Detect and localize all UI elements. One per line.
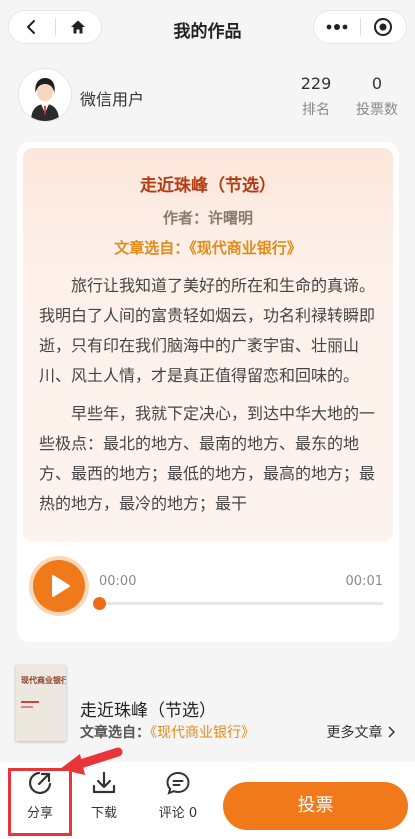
more-articles-label: 更多文章 <box>326 725 383 741</box>
user-avatar-icon <box>19 69 71 121</box>
progress-track[interactable] <box>99 602 383 605</box>
username: 微信用户 <box>80 90 145 109</box>
book-cover[interactable]: 现代商业银行 <box>16 665 66 741</box>
book-title: 走近珠峰（节选） <box>80 701 216 721</box>
user-info: 微信用户 229 排名 0 投票数 <box>0 62 415 132</box>
duration: 00:01 <box>345 574 383 589</box>
target-close-icon <box>374 18 393 36</box>
book-source-prefix: 文章选自： <box>80 725 150 741</box>
article-paragraph: 旅行让我知道了美好的所在和生命的真谛。我明白了人间的富贵轻如烟云，功名利禄转瞬即… <box>39 276 376 385</box>
share-highlight-box <box>8 768 72 836</box>
article-title: 走近珠峰（节选） <box>140 176 276 196</box>
current-time: 00:00 <box>99 574 137 589</box>
article-body: 旅行让我知道了美好的所在和生命的真谛。我明白了人间的富贵轻如烟云，功名利禄转瞬即… <box>39 271 379 519</box>
top-nav-bar: 我的作品 <box>0 0 415 58</box>
chevron-right-icon <box>388 726 396 738</box>
download-icon <box>92 771 116 794</box>
article-source: 文章选自：《现代商业银行》 <box>23 237 393 258</box>
more-dots-icon <box>326 24 348 30</box>
work-card: 走近珠峰（节选） 作者：许曙明 文章选自：《现代商业银行》 旅行让我知道了美好的… <box>17 142 399 642</box>
download-label: 下载 <box>90 806 117 821</box>
book-source-name: 《现代商业银行》 <box>150 725 255 741</box>
cover-stripe <box>21 701 39 703</box>
audio-player: 00:00 00:01 <box>33 558 383 618</box>
votes-label: 投票数 <box>356 102 398 118</box>
book-source: 文章选自：《现代商业银行》 <box>80 722 255 742</box>
more-articles-link[interactable]: 更多文章 <box>326 722 396 742</box>
rank-stat: 229 排名 <box>296 74 336 119</box>
votes-stat: 0 投票数 <box>352 74 402 119</box>
book-info: 现代商业银行 走近珠峰（节选） 文章选自：《现代商业银行》 更多文章 <box>0 660 415 746</box>
article-source-book: 《现代商业银行》 <box>189 239 302 257</box>
article-panel[interactable]: 走近珠峰（节选） 作者：许曙明 文章选自：《现代商业银行》 旅行让我知道了美好的… <box>23 148 393 542</box>
comment-button[interactable]: 评论 0 <box>148 770 208 821</box>
comment-icon <box>166 771 190 795</box>
nav-capsule-right <box>313 10 407 44</box>
close-miniprogram-button[interactable] <box>361 11 407 43</box>
article-author: 作者：许曙明 <box>162 209 253 227</box>
play-icon <box>52 575 70 597</box>
play-button[interactable] <box>33 560 85 612</box>
rank-value: 229 <box>300 74 332 93</box>
more-menu-button[interactable] <box>314 11 360 43</box>
comment-label: 评论 0 <box>158 806 198 821</box>
article-source-prefix: 文章选自： <box>114 239 190 257</box>
votes-value: 0 <box>371 74 383 93</box>
rank-label: 排名 <box>302 102 330 118</box>
vote-button[interactable]: 投票 <box>223 782 408 830</box>
avatar[interactable] <box>18 68 72 122</box>
cover-stripe <box>21 706 33 708</box>
progress-knob[interactable] <box>93 597 106 610</box>
download-button[interactable]: 下载 <box>74 770 134 821</box>
book-cover-title: 现代商业银行 <box>21 676 66 685</box>
article-paragraph: 早些年，我就下定决心，到达中华大地的一些极点：最北的地方、最南的地方、最东的地方… <box>39 404 376 513</box>
